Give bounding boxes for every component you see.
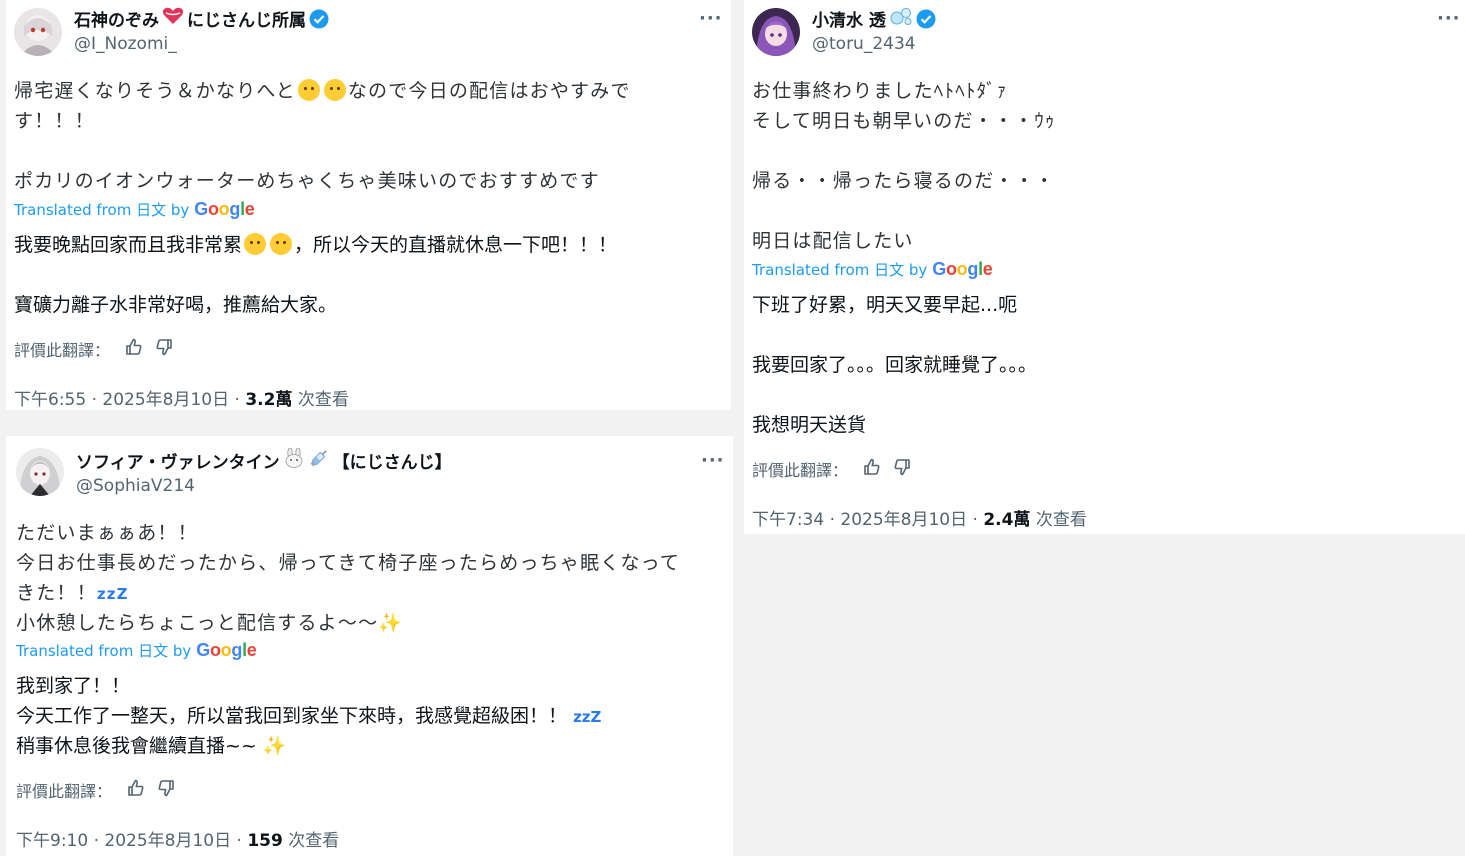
face-emoji-icon <box>244 233 267 255</box>
google-logo: Google <box>932 259 993 279</box>
google-logo: Google <box>194 199 255 219</box>
face-emoji-icon <box>323 79 346 101</box>
google-logo: Google <box>196 640 257 660</box>
display-name[interactable]: ソフィア・ヴァレンタイン 【にじさんじ】 <box>76 447 452 473</box>
translated-text-line: 寶礦力離子水非常好喝，推薦給大家。 <box>14 294 338 316</box>
original-text-line: ポカリのイオンウォーターめちゃくちゃ美味いのでおすすめです <box>14 170 600 192</box>
original-text-line: お仕事終わりましたﾍﾄﾍﾄﾀﾞｧ <box>752 80 1008 102</box>
original-text-line: 明日は配信したい <box>752 230 914 252</box>
translated-text-line: 稍事休息後我會繼續直播~~ ✨ <box>16 735 287 757</box>
translated-text-line: 下班了好累，明天又要早起...呃 <box>752 294 1018 316</box>
more-options-button[interactable]: ··· <box>701 450 725 471</box>
zzz-emoji-icon: zzZ <box>96 585 129 603</box>
translation-attribution[interactable]: Translated from 日文 by Google <box>14 199 255 220</box>
avatar[interactable] <box>752 8 800 56</box>
tweet-card[interactable]: 小清水 透 @toru_2434 ··· お仕事終わりましたﾍﾄﾍﾄﾀﾞｧ そし… <box>744 0 1465 534</box>
sparkles-emoji-icon: ✨ <box>262 735 287 757</box>
handle[interactable]: @toru_2434 <box>812 34 916 54</box>
views-label: 次查看 <box>292 390 349 410</box>
verified-badge-icon <box>916 9 936 29</box>
thumbs-up-icon[interactable] <box>126 778 146 802</box>
face-emoji-icon <box>270 233 293 255</box>
timestamp[interactable]: 下午6:55 · 2025年8月10日 · <box>14 390 245 410</box>
views-count: 2.4萬 <box>983 510 1031 530</box>
avatar[interactable] <box>16 448 64 496</box>
timestamp[interactable]: 下午9:10 · 2025年8月10日 · <box>16 831 247 851</box>
original-text-line: 小休憩したらちょこっと配信するよ〜〜✨ <box>16 612 404 634</box>
thumbs-down-icon[interactable] <box>154 337 174 361</box>
face-emoji-icon <box>297 79 320 101</box>
original-text-line: そして明日も朝早いのだ・・・ｳｩ <box>752 110 1056 132</box>
translated-text-line: 我想明天送貨 <box>752 414 867 436</box>
rate-translation: 評價此翻譯： <box>16 778 176 802</box>
thumbs-up-icon[interactable] <box>124 337 144 361</box>
sparkles-emoji-icon: ✨ <box>378 612 404 634</box>
rate-translation: 評價此翻譯： <box>14 337 174 361</box>
translated-text-line: 我要晚點回家而且我非常累 ，所以今天的直播就休息一下吧！！！ <box>14 233 618 256</box>
handle[interactable]: @I_Nozomi_ <box>74 34 177 54</box>
original-text-line: 帰宅遅くなりそう＆かなりへと なので今日の配信はおやすみで <box>14 79 631 102</box>
thumbs-down-icon[interactable] <box>892 457 912 481</box>
original-text-line: 今日お仕事長めだったから、帰ってきて椅子座ったらめっちゃ眠くなって <box>16 552 681 574</box>
post-meta: 下午6:55 · 2025年8月10日 · 3.2萬 次查看 <box>14 385 349 410</box>
tweet-card[interactable]: ソフィア・ヴァレンタイン 【にじさんじ】 @SophiaV214 ··· ただい… <box>6 436 733 856</box>
tweet-card[interactable]: 石神のぞみ にじさんじ所属 @I_Nozomi_ ··· 帰宅遅くなりそう＆かな… <box>6 0 731 410</box>
views-label: 次查看 <box>1030 510 1087 530</box>
display-name[interactable]: 小清水 透 <box>812 6 936 31</box>
rate-label: 評價此翻譯： <box>16 782 113 801</box>
display-name-suffix: 【にじさんじ】 <box>332 453 452 473</box>
translated-text-line: 我要回家了。。。回家就睡覺了。。。 <box>752 354 1038 376</box>
bubbles-icon <box>889 6 913 31</box>
heart-icon <box>162 7 184 30</box>
timestamp[interactable]: 下午7:34 · 2025年8月10日 · <box>752 510 983 530</box>
thumbs-up-icon[interactable] <box>862 457 882 481</box>
rate-label: 評價此翻譯： <box>14 341 111 360</box>
views-count: 3.2萬 <box>245 390 293 410</box>
avatar[interactable] <box>14 8 62 56</box>
display-name-suffix: にじさんじ所属 <box>187 11 306 31</box>
post-meta: 下午7:34 · 2025年8月10日 · 2.4萬 次查看 <box>752 505 1087 530</box>
display-name-text: ソフィア・ヴァレンタイン <box>76 453 280 473</box>
rate-translation: 評價此翻譯： <box>752 457 912 481</box>
views-label: 次查看 <box>282 831 340 851</box>
syringe-icon <box>308 448 330 473</box>
more-options-button[interactable]: ··· <box>699 8 723 29</box>
translated-text-line: 我到家了！！ <box>16 675 131 697</box>
translated-text-line: 今天工作了一整天，所以當我回到家坐下來時，我感覺超級困！！ zzZ <box>16 705 602 727</box>
original-text-line: きた！！zzZ <box>16 582 129 604</box>
rate-label: 評價此翻譯： <box>752 461 849 480</box>
translation-attribution[interactable]: Translated from 日文 by Google <box>16 640 257 661</box>
rabbit-icon <box>283 447 305 473</box>
display-name[interactable]: 石神のぞみ にじさんじ所属 <box>74 6 329 31</box>
zzz-emoji-icon: zzZ <box>573 708 602 726</box>
display-name-text: 小清水 透 <box>812 11 886 31</box>
original-text-line: 帰る・・帰ったら寝るのだ・・・ <box>752 170 1056 192</box>
more-options-button[interactable]: ··· <box>1437 8 1461 29</box>
display-name-text: 石神のぞみ <box>74 11 159 31</box>
views-count: 159 <box>247 831 283 851</box>
original-text-line: す！！！ <box>14 110 95 132</box>
verified-badge-icon <box>309 9 329 29</box>
post-meta: 下午9:10 · 2025年8月10日 · 159 次查看 <box>16 826 339 851</box>
thumbs-down-icon[interactable] <box>156 778 176 802</box>
translation-attribution[interactable]: Translated from 日文 by Google <box>752 259 993 280</box>
original-text-line: ただいまぁぁあ！！ <box>16 522 198 544</box>
handle[interactable]: @SophiaV214 <box>76 476 195 496</box>
